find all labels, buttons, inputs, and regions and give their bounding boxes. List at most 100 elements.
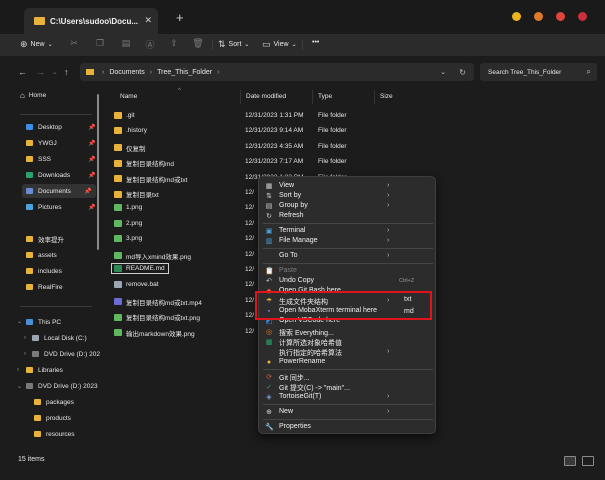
sidebar-scrollbar[interactable] bbox=[97, 94, 99, 250]
chevron-down-icon: ⌄ bbox=[47, 42, 53, 48]
new-tab-button[interactable]: + bbox=[176, 10, 184, 25]
chevron-down-icon[interactable]: ⌄ bbox=[440, 68, 446, 76]
file-row[interactable]: 复制目录结构md 12/31/2023 7:17 AM File folder bbox=[106, 155, 596, 169]
tiles-view-icon[interactable] bbox=[582, 456, 594, 466]
context-menu-item[interactable]: ▥ File Manage › bbox=[259, 237, 435, 247]
context-menu-item[interactable]: 📋 Paste bbox=[259, 267, 435, 277]
breadcrumb-current[interactable]: Tree_This_Folder bbox=[157, 69, 212, 76]
chevron-right-icon: › bbox=[102, 68, 105, 76]
file-row[interactable]: .history 12/31/2023 9:14 AM File folder bbox=[106, 124, 596, 138]
share-icon[interactable]: ⇪ bbox=[168, 38, 180, 50]
view-button[interactable]: ▭ View ⌄ bbox=[262, 39, 297, 50]
address-bar[interactable]: › Documents › Tree_This_Folder › ⌄ ↻ bbox=[80, 63, 474, 81]
context-menu-item[interactable]: ⟳ Git 同步... bbox=[259, 373, 435, 383]
file-row[interactable]: .git 12/31/2023 1:31 PM File folder bbox=[106, 109, 596, 123]
sidebar-item-resources[interactable]: resources bbox=[34, 427, 75, 441]
context-menu-item[interactable]: ✓ Git 提交(C) -> "main"... bbox=[259, 383, 435, 393]
expand-chevron-icon[interactable]: › bbox=[17, 367, 19, 373]
column-divider[interactable] bbox=[240, 90, 241, 104]
sidebar-item-sss[interactable]: SSS 📌 bbox=[26, 152, 95, 166]
column-header-name[interactable]: Name bbox=[120, 93, 137, 100]
paste-icon[interactable]: ▤ bbox=[120, 38, 132, 50]
sort-button[interactable]: ⇅ Sort ⌄ bbox=[218, 39, 249, 50]
sidebar-item-dvd-drive-2023[interactable]: DVD Drive (D:) 2023 bbox=[26, 379, 98, 393]
sidebar-item-documents[interactable]: Documents 📌 bbox=[22, 184, 96, 198]
context-menu-item[interactable]: ▦ View › bbox=[259, 182, 435, 192]
sidebar-label: 效率提升 bbox=[38, 237, 64, 244]
maximize-button[interactable] bbox=[556, 12, 565, 21]
context-menu-item[interactable]: ▩ 计算所选对象哈希值 bbox=[259, 338, 435, 348]
png-file-icon bbox=[114, 235, 122, 243]
column-divider[interactable] bbox=[312, 90, 313, 104]
forward-arrow-icon[interactable]: → bbox=[36, 67, 45, 77]
context-menu-item[interactable]: ↶ Undo Copy Ctrl+Z bbox=[259, 277, 435, 287]
sidebar-item-libraries[interactable]: Libraries bbox=[26, 363, 63, 377]
breadcrumb-documents[interactable]: Documents bbox=[109, 69, 144, 76]
file-name: 仅复制 bbox=[126, 145, 146, 153]
context-menu-item[interactable]: ◈ TortoiseGit(T) › bbox=[259, 393, 435, 403]
sidebar-item-realfire[interactable]: RealFire bbox=[26, 280, 63, 294]
search-input[interactable]: Search Tree_This_Folder ⌕ bbox=[480, 63, 597, 81]
rename-icon[interactable]: Ⓐ bbox=[144, 38, 156, 50]
tab-title: C:\Users\sudoo\Docu... bbox=[50, 16, 139, 26]
sidebar-item-downloads[interactable]: Downloads 📌 bbox=[26, 168, 95, 182]
expand-chevron-icon[interactable]: ⌄ bbox=[17, 318, 22, 325]
column-header-date[interactable]: Date modified bbox=[246, 93, 286, 100]
file-row[interactable]: 仅复制 12/31/2023 4:35 AM File folder bbox=[106, 140, 596, 154]
column-header-size[interactable]: Size bbox=[380, 93, 393, 100]
minimize-button[interactable] bbox=[512, 12, 521, 21]
context-menu-item[interactable]: 🔧 Properties bbox=[259, 423, 435, 433]
context-menu-item[interactable]: ▣ Terminal › bbox=[259, 227, 435, 237]
refresh-icon[interactable]: ↻ bbox=[459, 68, 466, 77]
menu-item-icon: ✓ bbox=[266, 384, 272, 391]
cut-icon[interactable]: ✂ bbox=[68, 38, 80, 50]
context-menu-item[interactable]: ▤ Group by › bbox=[259, 202, 435, 212]
tab-current-folder[interactable]: C:\Users\sudoo\Docu... ✕ bbox=[24, 8, 158, 34]
plus-circle-icon: ⊕ bbox=[20, 39, 28, 49]
file-type: File folder bbox=[318, 112, 347, 119]
sidebar-item-this-pc[interactable]: This PC bbox=[26, 315, 61, 329]
sidebar-item-packages[interactable]: packages bbox=[34, 395, 74, 409]
sidebar-item-products[interactable]: products bbox=[34, 411, 71, 425]
context-menu-item[interactable]: ● PowerRename bbox=[259, 358, 435, 368]
recent-chevron-icon[interactable]: ⌄ bbox=[52, 68, 58, 76]
column-header-type[interactable]: Type bbox=[318, 93, 332, 100]
sidebar-item-assets[interactable]: assets bbox=[26, 248, 57, 262]
menu-item-label: View bbox=[279, 182, 295, 189]
sidebar-label: DVD Drive (D:) 2023 bbox=[38, 382, 98, 390]
column-divider[interactable] bbox=[374, 90, 375, 104]
expand-chevron-icon[interactable]: › bbox=[24, 351, 26, 357]
up-arrow-icon[interactable]: ↑ bbox=[64, 67, 69, 77]
documents-icon bbox=[26, 188, 33, 194]
context-menu-item[interactable]: ↻ Refresh bbox=[259, 212, 435, 222]
sidebar-item-includes[interactable]: includes bbox=[26, 264, 62, 278]
sidebar-item-desktop[interactable]: Desktop 📌 bbox=[26, 120, 95, 134]
delete-icon[interactable]: 🗑 bbox=[192, 38, 204, 50]
context-menu-item[interactable]: ◎ 搜索 Everything... bbox=[259, 328, 435, 338]
sort-indicator-icon: ^ bbox=[178, 88, 181, 94]
more-options-button[interactable]: ••• bbox=[312, 39, 319, 46]
expand-chevron-icon[interactable]: › bbox=[24, 335, 26, 341]
expand-chevron-icon[interactable]: ⌄ bbox=[17, 383, 22, 390]
sidebar-item-home[interactable]: ⌂ Home bbox=[20, 88, 46, 102]
tab-close-icon[interactable]: ✕ bbox=[144, 15, 152, 26]
context-menu-item[interactable]: Go To › bbox=[259, 252, 435, 262]
sidebar-item-dvd-drive[interactable]: DVD Drive (D:) 202 bbox=[32, 347, 100, 361]
new-button[interactable]: ⊕ New ⌄ bbox=[20, 39, 53, 50]
sidebar-item-pictures[interactable]: Pictures 📌 bbox=[26, 200, 95, 214]
sidebar-item-ywgj[interactable]: YWGJ 📌 bbox=[26, 136, 95, 150]
sidebar-item-local-disk[interactable]: Local Disk (C:) bbox=[32, 331, 87, 345]
details-view-icon[interactable] bbox=[564, 456, 576, 466]
sort-icon: ⇅ bbox=[218, 39, 226, 49]
context-menu-item[interactable]: 执行指定的哈希算法 › bbox=[259, 348, 435, 358]
close-button[interactable] bbox=[578, 12, 587, 21]
copy-icon[interactable]: ❐ bbox=[94, 38, 106, 50]
file-date: 12/ bbox=[245, 281, 255, 289]
restore-button[interactable] bbox=[534, 12, 543, 21]
sidebar-item-efficiency[interactable]: 效率提升 bbox=[26, 232, 64, 246]
dvd-icon bbox=[26, 383, 33, 389]
context-menu-item[interactable]: ⇅ Sort by › bbox=[259, 192, 435, 202]
back-arrow-icon[interactable]: ← bbox=[18, 67, 27, 77]
file-name-cell: remove.bat bbox=[114, 281, 159, 289]
context-menu-item[interactable]: ⊕ New › bbox=[259, 408, 435, 418]
